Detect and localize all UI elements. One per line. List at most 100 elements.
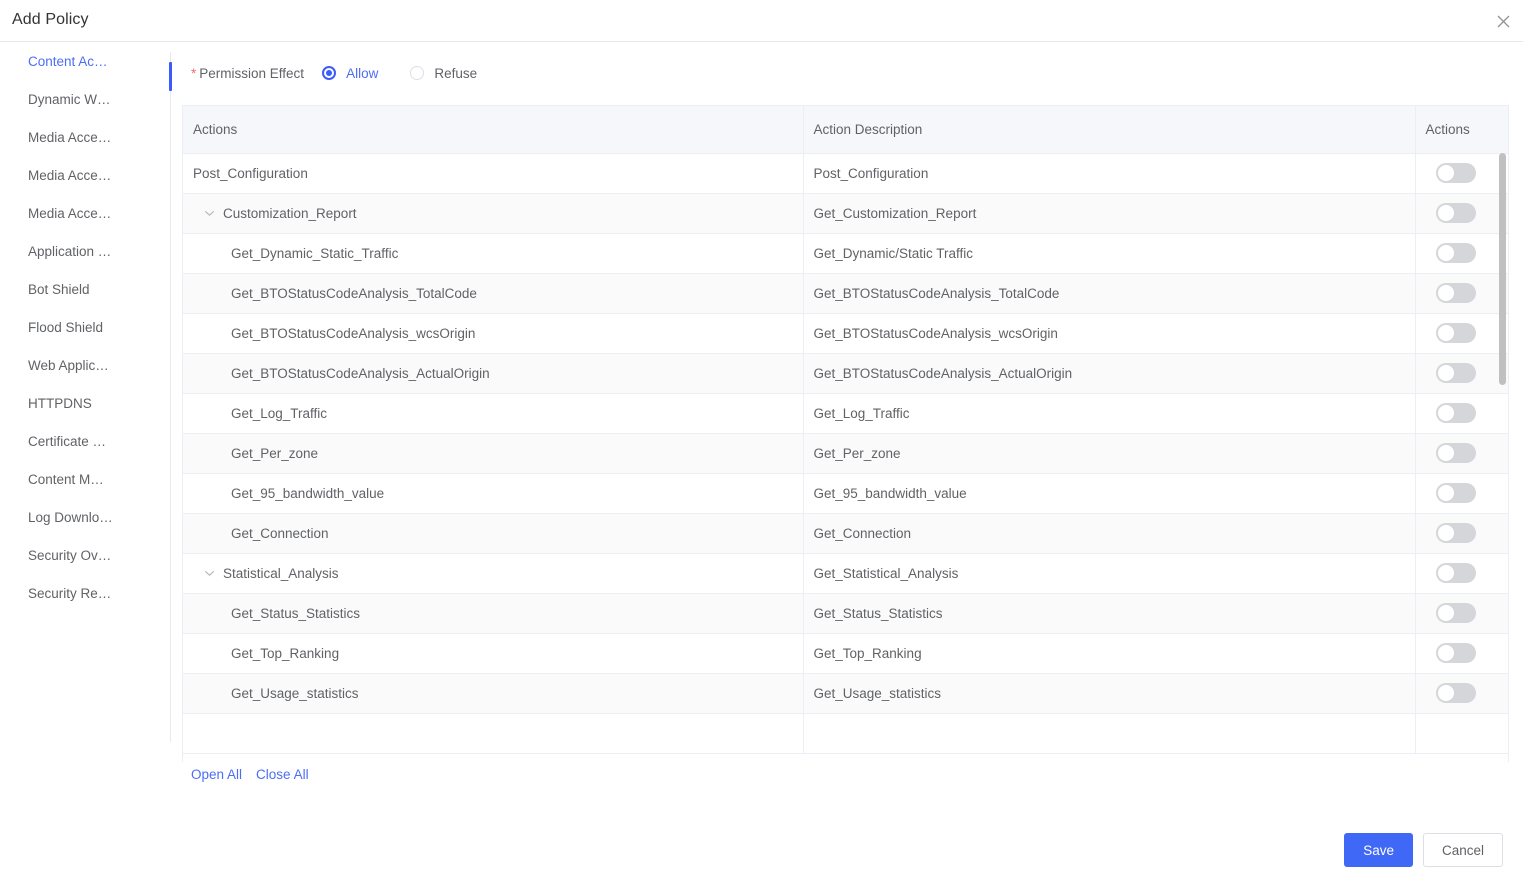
action-description-label: Post_Configuration [814, 166, 929, 181]
action-description-label: Get_Customization_Report [814, 206, 977, 221]
action-toggle-switch[interactable] [1436, 203, 1476, 223]
cell-action-toggle [1415, 393, 1509, 433]
action-toggle-switch[interactable] [1436, 523, 1476, 543]
cell-action-description: Get_Log_Traffic [803, 393, 1415, 433]
cancel-button[interactable]: Cancel [1423, 833, 1503, 867]
action-description-label: Get_Dynamic/Static Traffic [814, 246, 974, 261]
action-description-label: Get_BTOStatusCodeAnalysis_TotalCode [814, 286, 1060, 301]
action-toggle-switch[interactable] [1436, 603, 1476, 623]
cell-action-name: Get_Per_zone [183, 433, 803, 473]
action-toggle-switch[interactable] [1436, 683, 1476, 703]
actions-table-element: Actions Action Description Actions Post_… [183, 106, 1509, 754]
chevron-down-icon[interactable] [201, 565, 217, 581]
action-name-wrap: Get_Connection [193, 526, 803, 541]
action-name-wrap: Get_Per_zone [193, 446, 803, 461]
table-body: Post_Configuration Post_Configuration Cust… [183, 153, 1509, 753]
action-toggle-switch[interactable] [1436, 403, 1476, 423]
chevron-down-icon[interactable] [201, 205, 217, 221]
action-description-label: Get_Per_zone [814, 446, 901, 461]
action-toggle-switch[interactable] [1436, 283, 1476, 303]
sidebar-item-dynamic-w[interactable]: Dynamic W… [0, 81, 170, 119]
page-title: Add Policy [12, 11, 89, 29]
radio-refuse-label: Refuse [434, 66, 477, 81]
action-name-label: Get_Dynamic_Static_Traffic [231, 246, 398, 261]
sidebar-item-security-re[interactable]: Security Re… [0, 575, 170, 613]
cell-action-toggle [1415, 713, 1509, 753]
open-all-link[interactable]: Open All [191, 767, 242, 782]
table-scrollbar-thumb[interactable] [1499, 153, 1506, 385]
sidebar-item-httpdns[interactable]: HTTPDNS [0, 385, 170, 423]
action-name-label: Get_Status_Statistics [231, 606, 360, 621]
sidebar-item-application[interactable]: Application … [0, 233, 170, 271]
cell-action-name: Get_Top_Ranking [183, 633, 803, 673]
sidebar-item-content-m[interactable]: Content M… [0, 461, 170, 499]
table-row: Get_Log_TrafficGet_Log_Traffic [183, 393, 1509, 433]
table-row: Get_Dynamic_Static_Traffic Get_Dynamic/St… [183, 233, 1509, 273]
permission-effect-label: *Permission Effect [191, 66, 304, 81]
cell-action-description: Get_BTOStatusCodeAnalysis_TotalCode [803, 273, 1415, 313]
cell-action-toggle [1415, 273, 1509, 313]
sidebar-item-media-acce-1[interactable]: Media Acce… [0, 119, 170, 157]
cell-action-description: Get_Usage_statistics [803, 673, 1415, 713]
action-name-wrap: Get_Status_Statistics [193, 606, 803, 621]
action-toggle-switch[interactable] [1436, 443, 1476, 463]
action-name-label: Get_95_bandwidth_value [231, 486, 384, 501]
action-toggle-switch[interactable] [1436, 243, 1476, 263]
sidebar-item-media-acce-3[interactable]: Media Acce… [0, 195, 170, 233]
cell-action-description: Get_Per_zone [803, 433, 1415, 473]
actions-table: Actions Action Description Actions Post_… [182, 105, 1509, 762]
action-toggle-switch[interactable] [1436, 323, 1476, 343]
action-name-label: Statistical_Analysis [223, 566, 339, 581]
cell-action-name: Get_Log_Traffic [183, 393, 803, 433]
action-name-wrap: Customization_Report [193, 205, 803, 221]
action-name-wrap: Get_Top_Ranking [193, 646, 803, 661]
cell-action-name: Get_Status_Statistics [183, 593, 803, 633]
action-toggle-switch[interactable] [1436, 563, 1476, 583]
cell-action-toggle [1415, 233, 1509, 273]
action-name-wrap: Get_BTOStatusCodeAnalysis_wcsOrigin [193, 326, 803, 341]
column-header-actions: Actions [183, 106, 803, 153]
cell-action-toggle [1415, 553, 1509, 593]
table-row: Customization_Report Get_Customization_Re… [183, 193, 1509, 233]
cell-action-description: Get_Dynamic/Static Traffic [803, 233, 1415, 273]
table-vertical-scrollbar[interactable] [1499, 153, 1506, 762]
cell-action-description [803, 713, 1415, 753]
action-name-label: Get_Top_Ranking [231, 646, 339, 661]
close-icon[interactable] [1491, 9, 1515, 33]
table-row: Get_Status_Statistics Get_Status_Statisti… [183, 593, 1509, 633]
table-row: Get_95_bandwidth_value Get_95_bandwidth_v… [183, 473, 1509, 513]
action-toggle-switch[interactable] [1436, 363, 1476, 383]
action-name-wrap: Get_Dynamic_Static_Traffic [193, 246, 803, 261]
cell-action-name: Get_Connection [183, 513, 803, 553]
sidebar-item-bot-shield[interactable]: Bot Shield [0, 271, 170, 309]
sidebar-item-log-downlo[interactable]: Log Downlo… [0, 499, 170, 537]
sidebar-item-certificate[interactable]: Certificate … [0, 423, 170, 461]
cell-action-toggle [1415, 633, 1509, 673]
action-name-label: Customization_Report [223, 206, 357, 221]
sidebar-item-security-ov[interactable]: Security Ov… [0, 537, 170, 575]
action-name-wrap: Post_Configuration [193, 166, 803, 181]
radio-refuse[interactable]: Refuse [410, 66, 477, 81]
action-description-label: Get_Statistical_Analysis [814, 566, 959, 581]
save-button[interactable]: Save [1344, 833, 1413, 867]
sidebar-item-media-acce-2[interactable]: Media Acce… [0, 157, 170, 195]
column-header-description: Action Description [803, 106, 1415, 153]
cell-action-name: Get_BTOStatusCodeAnalysis_ActualOrigin [183, 353, 803, 393]
cell-action-description: Get_95_bandwidth_value [803, 473, 1415, 513]
sidebar-item-content-ac[interactable]: Content Ac… [0, 43, 170, 81]
cell-action-toggle [1415, 433, 1509, 473]
action-name-wrap: Get_Log_Traffic [193, 406, 803, 421]
add-policy-dialog: Add Policy Content Ac… Dynamic W… Media … [0, 0, 1523, 881]
action-description-label: Get_Top_Ranking [814, 646, 922, 661]
action-toggle-switch[interactable] [1436, 163, 1476, 183]
sidebar-item-flood-shield[interactable]: Flood Shield [0, 309, 170, 347]
action-toggle-switch[interactable] [1436, 483, 1476, 503]
table-head: Actions Action Description Actions [183, 106, 1509, 153]
close-all-link[interactable]: Close All [256, 767, 309, 782]
radio-allow[interactable]: Allow [322, 66, 378, 81]
sidebar-item-web-applic[interactable]: Web Applic… [0, 347, 170, 385]
action-description-label: Get_Status_Statistics [814, 606, 943, 621]
permission-effect-row: *Permission Effect Allow Refuse [191, 62, 509, 84]
action-name-label: Get_Usage_statistics [231, 686, 359, 701]
action-toggle-switch[interactable] [1436, 643, 1476, 663]
